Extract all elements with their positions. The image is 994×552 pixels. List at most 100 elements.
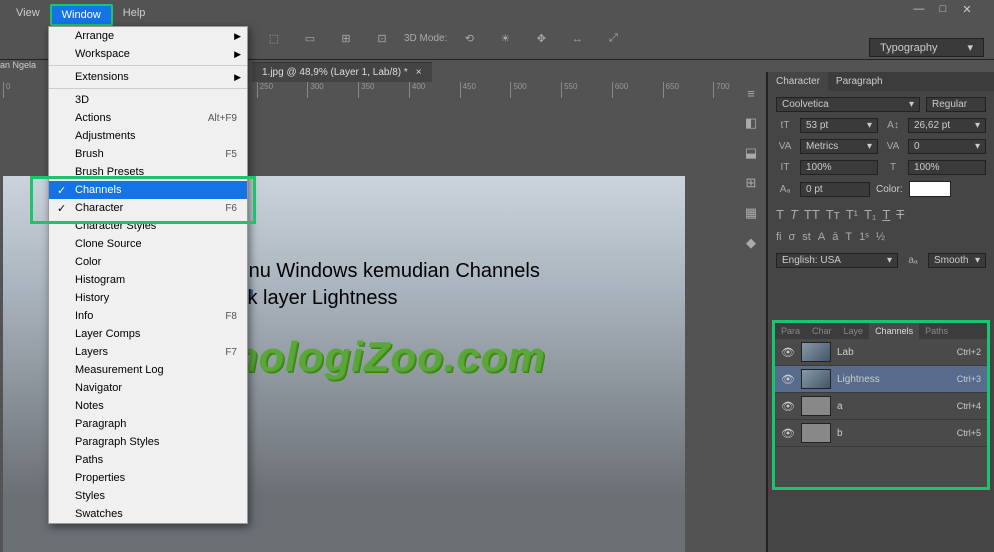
chevron-down-icon: ▾ [967,41,973,54]
menu-item-brush-presets[interactable]: Brush Presets [49,163,247,181]
pan-icon[interactable]: ✥ [527,25,555,53]
menu-item-notes[interactable]: Notes [49,397,247,415]
vscale-icon: IT [776,162,794,173]
visibility-icon[interactable]: 👁 [781,427,795,440]
menu-item-paragraph-styles[interactable]: Paragraph Styles [49,433,247,451]
menu-item-extensions[interactable]: Extensions▶ [49,68,247,86]
menu-item-3d[interactable]: 3D [49,91,247,109]
tab-character[interactable]: Char [806,323,838,339]
tab-paths[interactable]: Paths [919,323,954,339]
tab-channels[interactable]: Channels [869,323,919,339]
menu-item-info[interactable]: InfoF8 [49,307,247,325]
visibility-icon[interactable]: 👁 [781,346,795,359]
tool-icon[interactable]: ⊡ [368,25,396,53]
panel-icon[interactable]: ▦ [745,205,757,221]
menu-item-character-styles[interactable]: Character Styles [49,217,247,235]
underline-button[interactable]: T [882,207,890,222]
channel-thumbnail [801,342,831,362]
menubar: View Window Help [6,4,155,26]
minimize-icon[interactable]: — [912,2,926,16]
menu-item-history[interactable]: History [49,289,247,307]
menu-item-color[interactable]: Color [49,253,247,271]
tool-icon[interactable]: ▭ [296,25,324,53]
color-swatch[interactable] [909,181,951,197]
visibility-icon[interactable]: 👁 [781,400,795,413]
vscale-field[interactable]: 100% [800,160,878,175]
menu-item-layer-comps[interactable]: Layer Comps [49,325,247,343]
menu-item-navigator[interactable]: Navigator [49,379,247,397]
menu-item-paragraph[interactable]: Paragraph [49,415,247,433]
panel-icon[interactable]: ◧ [745,115,757,131]
channel-thumbnail [801,396,831,416]
strike-button[interactable]: T [896,207,904,222]
slide-icon[interactable]: ↔ [563,25,591,53]
menu-item-arrange[interactable]: Arrange▶ [49,27,247,45]
menu-item-swatches[interactable]: Swatches [49,505,247,523]
kerning-field[interactable]: Metrics▾ [800,139,878,154]
antialias-dropdown[interactable]: Smooth▾ [928,253,986,268]
leading-field[interactable]: 26,62 pt▾ [908,118,986,133]
font-family-dropdown[interactable]: Coolvetica▾ [776,97,920,112]
superscript-button[interactable]: T¹ [846,207,858,222]
tab-layers[interactable]: Laye [838,323,870,339]
channel-row-lab[interactable]: 👁LabCtrl+2 [775,339,987,366]
panel-icon[interactable]: ≡ [747,86,755,101]
panel-icon[interactable]: ◆ [746,235,756,251]
channel-row-b[interactable]: 👁bCtrl+5 [775,420,987,447]
panel-icon[interactable]: ⊞ [746,175,757,191]
collapsed-panel-icons: ≡ ◧ ⬓ ⊞ ▦ ◆ [736,80,766,251]
leading-icon: A↕ [884,120,902,131]
subscript-button[interactable]: T₁ [864,207,876,222]
menu-item-brush[interactable]: BrushF5 [49,145,247,163]
maximize-icon[interactable]: □ [936,2,950,16]
smallcaps-button[interactable]: Tᴛ [826,207,840,222]
tab-paragraph[interactable]: Paragraph [828,72,891,91]
menu-item-clone-source[interactable]: Clone Source [49,235,247,253]
orbit-icon[interactable]: ⟲ [455,25,483,53]
channel-thumbnail [801,423,831,443]
tab-paragraph[interactable]: Para [775,323,806,339]
menu-view[interactable]: View [6,4,50,26]
menu-item-layers[interactable]: LayersF7 [49,343,247,361]
font-size-field[interactable]: 53 pt▾ [800,118,878,133]
mode-label: 3D Mode: [404,33,447,44]
allcaps-button[interactable]: TT [804,207,820,222]
font-style-dropdown[interactable]: Regular [926,97,986,112]
document-tab[interactable]: 1.jpg @ 48,9% (Layer 1, Lab/8) * × [252,62,432,82]
aa-icon: aₐ [904,255,922,266]
channel-row-lightness[interactable]: 👁LightnessCtrl+3 [775,366,987,393]
menu-item-histogram[interactable]: Histogram [49,271,247,289]
menu-item-character[interactable]: ✓CharacterF6 [49,199,247,217]
light-icon[interactable]: ☀ [491,25,519,53]
typography-dropdown[interactable]: Typography▾ [869,38,984,57]
baseline-field[interactable]: 0 pt [800,182,870,197]
menu-item-actions[interactable]: ActionsAlt+F9 [49,109,247,127]
visibility-icon[interactable]: 👁 [781,373,795,386]
window-menu-dropdown: Arrange▶Workspace▶ Extensions▶ 3DActionsAl… [48,26,248,524]
menu-window[interactable]: Window [50,4,113,26]
menu-item-paths[interactable]: Paths [49,451,247,469]
panel-icon[interactable]: ⬓ [745,145,757,161]
tool-icon[interactable]: ⊞ [332,25,360,53]
menu-item-measurement-log[interactable]: Measurement Log [49,361,247,379]
menu-help[interactable]: Help [113,4,156,26]
italic-button[interactable]: T [790,207,798,222]
tab-close-icon[interactable]: × [416,67,422,78]
close-icon[interactable]: ✕ [960,2,974,16]
menu-item-adjustments[interactable]: Adjustments [49,127,247,145]
tool-icon[interactable]: ⬚ [260,25,288,53]
menu-item-workspace[interactable]: Workspace▶ [49,45,247,63]
menu-item-styles[interactable]: Styles [49,487,247,505]
menu-item-properties[interactable]: Properties [49,469,247,487]
scale-icon[interactable]: ⤢ [599,25,627,53]
menu-item-channels[interactable]: ✓Channels [49,181,247,199]
hscale-icon: T [884,162,902,173]
tracking-field[interactable]: 0▾ [908,139,986,154]
left-tab-snippet: an Ngela [0,60,36,70]
tab-character[interactable]: Character [768,72,828,91]
text-style-buttons: T T TT Tᴛ T¹ T₁ T T [776,207,986,222]
bold-button[interactable]: T [776,207,784,222]
hscale-field[interactable]: 100% [908,160,986,175]
language-dropdown[interactable]: English: USA▾ [776,253,898,268]
channel-row-a[interactable]: 👁aCtrl+4 [775,393,987,420]
